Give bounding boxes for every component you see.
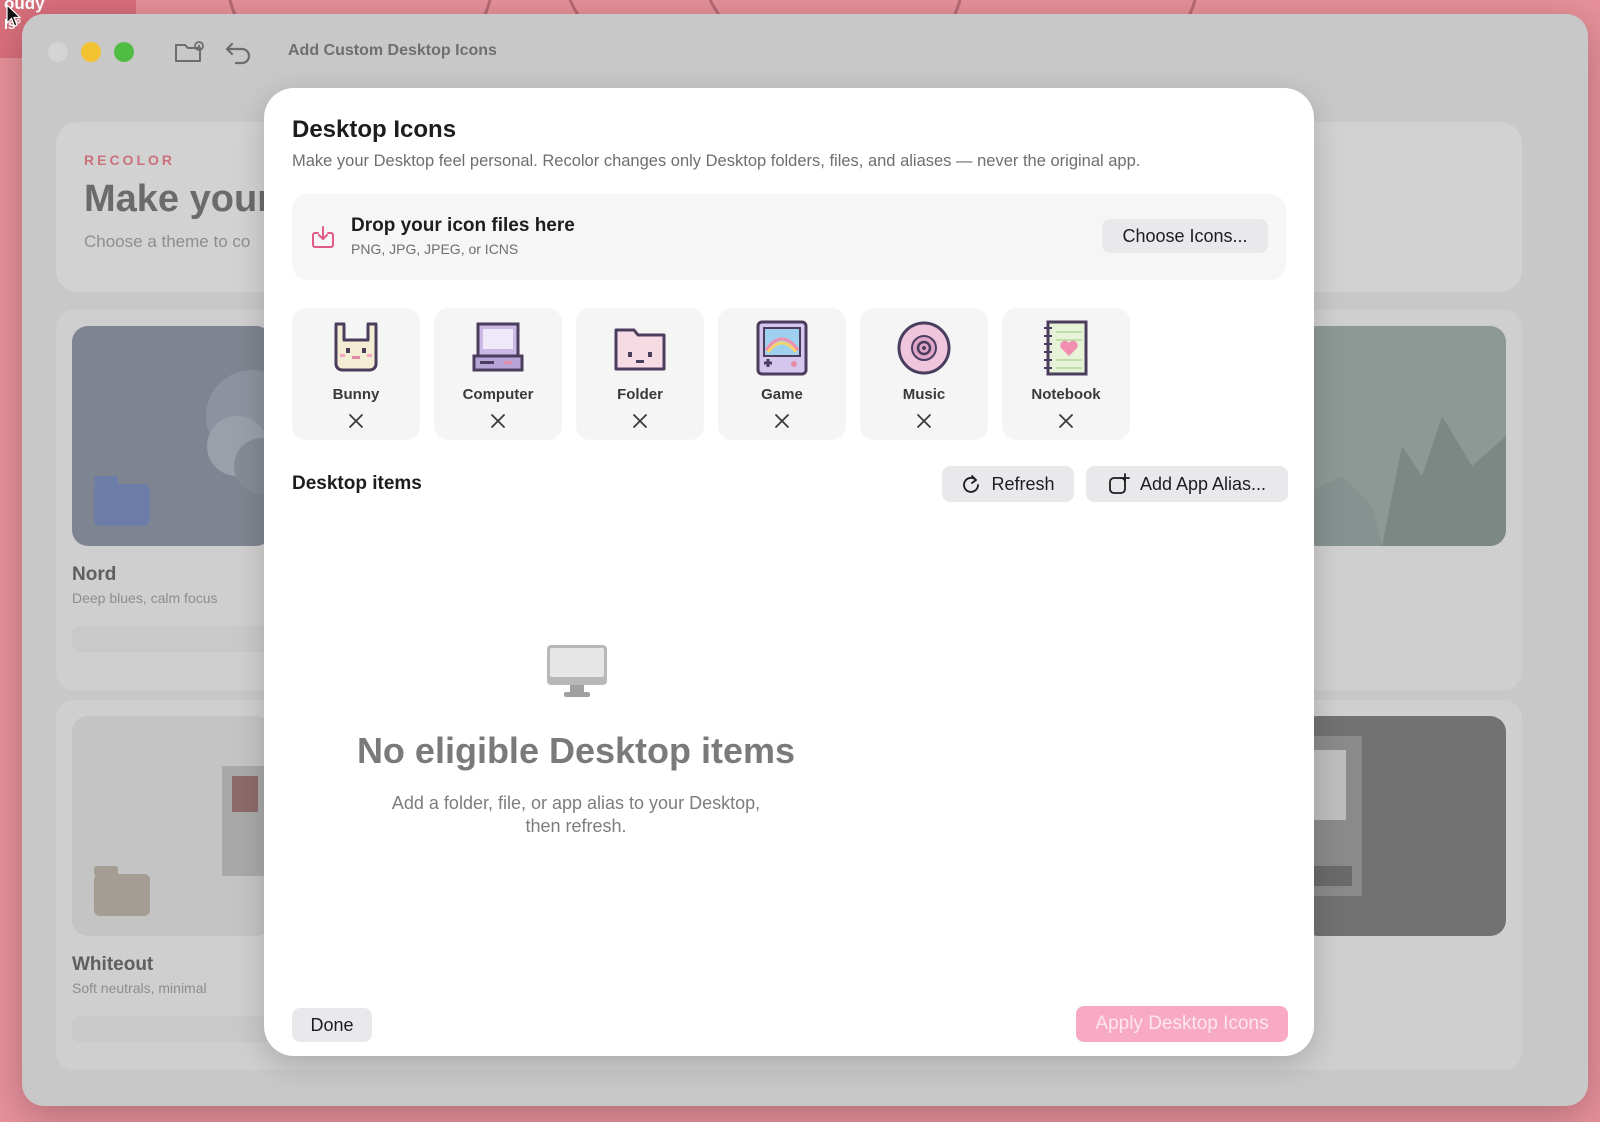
sheet-title: Desktop Icons: [292, 116, 457, 143]
icon-tile-label: Folder: [617, 386, 663, 403]
icon-tile-label: Computer: [462, 386, 534, 403]
add-app-alias-label: Add App Alias...: [1139, 473, 1267, 494]
title-bar: Add Custom Desktop Icons: [22, 14, 1588, 90]
forest-preview-art: [1302, 416, 1506, 546]
nord-preview-art: [94, 370, 272, 526]
theme-name-nord: Nord: [72, 564, 117, 585]
minimize-window-button[interactable]: [81, 42, 101, 62]
theme-preview-whiteout[interactable]: [72, 716, 272, 936]
add-app-icon: [1109, 473, 1130, 494]
desktop-items-heading: Desktop items: [292, 473, 422, 494]
theme-action-bar[interactable]: [72, 626, 272, 652]
apply-desktop-icons-button[interactable]: Apply Desktop Icons: [1076, 1006, 1288, 1042]
refresh-label: Refresh: [991, 473, 1055, 494]
mouse-cursor-icon: [6, 4, 22, 27]
retro-preview-art: [1302, 736, 1362, 896]
zoom-window-button[interactable]: [114, 42, 134, 62]
drop-zone-formats: PNG, JPG, JPEG, or ICNS: [351, 241, 519, 257]
folder-icon: [614, 328, 666, 371]
remove-icon[interactable]: [1057, 412, 1075, 430]
icon-tile-folder[interactable]: Folder: [576, 308, 704, 440]
whiteout-preview-art: [94, 766, 272, 916]
theme-preview-retro[interactable]: [1302, 716, 1506, 936]
icon-tile-label: Music: [902, 386, 946, 403]
theme-preview-nord[interactable]: [72, 326, 272, 546]
hero-subtitle: Choose a theme to co: [84, 232, 251, 251]
theme-name-whiteout: Whiteout: [72, 954, 154, 975]
remove-icon[interactable]: [347, 412, 365, 430]
remove-icon[interactable]: [489, 412, 507, 430]
game-icon: [756, 320, 808, 376]
bunny-icon: [334, 322, 378, 372]
empty-state-title: No eligible Desktop items: [356, 730, 796, 771]
remove-icon[interactable]: [915, 412, 933, 430]
hero-headline: Make your: [84, 178, 272, 220]
main-window: Add Custom Desktop Icons RECOLOR Make yo…: [22, 14, 1588, 1106]
theme-preview-forest[interactable]: [1302, 326, 1506, 546]
refresh-icon: [963, 475, 980, 493]
sheet-description: Make your Desktop feel personal. Recolor…: [292, 152, 1141, 170]
icon-drop-zone[interactable]: Drop your icon files here PNG, JPG, JPEG…: [292, 194, 1286, 280]
icon-tile-notebook[interactable]: Notebook: [1002, 308, 1130, 440]
theme-desc-whiteout: Soft neutrals, minimal: [72, 980, 207, 996]
icon-tile-label: Game: [761, 386, 803, 403]
icon-tile-game[interactable]: Game: [718, 308, 846, 440]
window-title: Add Custom Desktop Icons: [288, 42, 497, 59]
refresh-button[interactable]: Refresh: [942, 466, 1074, 502]
close-window-button[interactable]: [48, 42, 68, 62]
remove-icon[interactable]: [631, 412, 649, 430]
undo-icon[interactable]: [222, 38, 256, 66]
icon-tile-computer[interactable]: Computer: [434, 308, 562, 440]
hero-eyebrow: RECOLOR: [84, 152, 175, 168]
theme-action-bar-2[interactable]: [72, 1016, 272, 1042]
remove-icon[interactable]: [773, 412, 791, 430]
download-tray-icon: [312, 226, 334, 248]
drop-zone-title: Drop your icon files here: [351, 215, 575, 236]
empty-state-message: Add a folder, file, or app alias to your…: [391, 793, 761, 836]
notebook-icon: [1044, 320, 1088, 376]
desktop-computer-icon: [547, 645, 607, 697]
done-button[interactable]: Done: [292, 1008, 372, 1042]
desktop-icons-sheet: Desktop Icons Make your Desktop feel per…: [264, 88, 1314, 1056]
icon-tile-bunny[interactable]: Bunny: [292, 308, 420, 440]
theme-desc-nord: Deep blues, calm focus: [72, 590, 218, 606]
folder-settings-icon[interactable]: [172, 38, 206, 66]
icon-tile-music[interactable]: Music: [860, 308, 988, 440]
choose-icons-button[interactable]: Choose Icons...: [1102, 219, 1268, 253]
add-app-alias-button[interactable]: Add App Alias...: [1086, 466, 1288, 502]
computer-icon: [472, 322, 524, 372]
icon-tile-label: Bunny: [332, 386, 380, 403]
icon-tile-label: Notebook: [1031, 386, 1101, 403]
music-icon: [897, 321, 951, 375]
